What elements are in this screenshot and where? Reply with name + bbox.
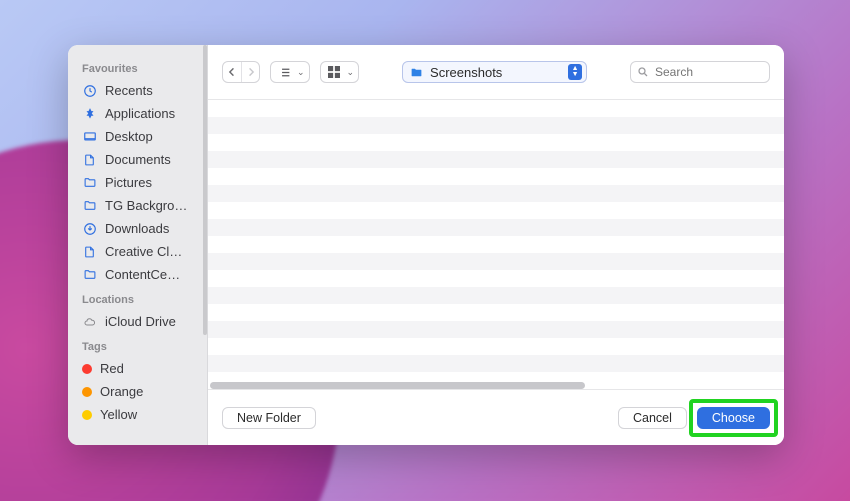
- sidebar-item-label: Red: [100, 361, 124, 376]
- cancel-button[interactable]: Cancel: [618, 407, 687, 429]
- sidebar-section-header: Locations: [68, 286, 207, 310]
- sidebar-tag-orange[interactable]: Orange: [68, 380, 207, 403]
- desktop-icon: [82, 129, 97, 144]
- sidebar-tag-red[interactable]: Red: [68, 357, 207, 380]
- app-icon: [82, 106, 97, 121]
- path-label: Screenshots: [430, 65, 502, 80]
- sidebar-item-contentcenter[interactable]: ContentCe…: [68, 263, 207, 286]
- search-input[interactable]: [655, 65, 763, 79]
- file-list-stripes: [208, 100, 784, 389]
- main-pane: ⌄ ⌄ Screenshots ▲▼: [208, 45, 784, 445]
- document-icon: [82, 244, 97, 259]
- cloud-icon: [82, 314, 97, 329]
- forward-button[interactable]: [241, 62, 259, 82]
- tag-dot-icon: [82, 364, 92, 374]
- sidebar-item-label: Creative Cl…: [105, 244, 182, 259]
- sidebar-item-label: Downloads: [105, 221, 169, 236]
- grid-view-icon: [321, 62, 347, 82]
- button-label: Choose: [712, 411, 755, 425]
- sidebar-item-downloads[interactable]: Downloads: [68, 217, 207, 240]
- chevron-down-icon: ⌄: [347, 67, 359, 78]
- sidebar: Favourites Recents Applications Desktop …: [68, 45, 208, 445]
- downloads-icon: [82, 221, 97, 236]
- sidebar-item-label: Orange: [100, 384, 143, 399]
- sidebar-item-label: Pictures: [105, 175, 152, 190]
- toolbar: ⌄ ⌄ Screenshots ▲▼: [208, 45, 784, 100]
- search-icon: [637, 66, 649, 78]
- sidebar-item-creative-cloud[interactable]: Creative Cl…: [68, 240, 207, 263]
- sidebar-item-pictures[interactable]: Pictures: [68, 171, 207, 194]
- sidebar-item-tg-backgrounds[interactable]: TG Backgro…: [68, 194, 207, 217]
- sidebar-item-icloud[interactable]: iCloud Drive: [68, 310, 207, 333]
- view-list-button[interactable]: ⌄: [270, 61, 310, 83]
- back-button[interactable]: [223, 62, 241, 82]
- tag-dot-icon: [82, 410, 92, 420]
- sidebar-item-documents[interactable]: Documents: [68, 148, 207, 171]
- folder-icon: [409, 66, 424, 79]
- search-field[interactable]: [630, 61, 770, 83]
- file-picker-window: Favourites Recents Applications Desktop …: [68, 45, 784, 445]
- sidebar-item-recents[interactable]: Recents: [68, 79, 207, 102]
- folder-icon: [82, 198, 97, 213]
- sidebar-tag-yellow[interactable]: Yellow: [68, 403, 207, 426]
- choose-button[interactable]: Choose: [697, 407, 770, 429]
- folder-icon: [82, 267, 97, 282]
- sidebar-section-header: Favourites: [68, 55, 207, 79]
- folder-icon: [82, 175, 97, 190]
- nav-back-forward: [222, 61, 260, 83]
- sidebar-item-label: Applications: [105, 106, 175, 121]
- file-list-area[interactable]: [208, 100, 784, 389]
- view-grid-button[interactable]: ⌄: [320, 61, 360, 83]
- document-icon: [82, 152, 97, 167]
- sidebar-item-label: iCloud Drive: [105, 314, 176, 329]
- new-folder-button[interactable]: New Folder: [222, 407, 316, 429]
- updown-arrows-icon: ▲▼: [568, 64, 582, 80]
- sidebar-item-desktop[interactable]: Desktop: [68, 125, 207, 148]
- sidebar-item-label: Yellow: [100, 407, 137, 422]
- sidebar-item-label: Desktop: [105, 129, 153, 144]
- sidebar-item-label: Recents: [105, 83, 153, 98]
- sidebar-item-label: TG Backgro…: [105, 198, 187, 213]
- sidebar-section-header: Tags: [68, 333, 207, 357]
- sidebar-scrollbar[interactable]: [203, 45, 207, 335]
- chevron-down-icon: ⌄: [297, 67, 309, 78]
- bottom-bar: New Folder Cancel Choose: [208, 389, 784, 445]
- horizontal-scrollbar[interactable]: [210, 382, 585, 389]
- tag-dot-icon: [82, 387, 92, 397]
- sidebar-item-label: Documents: [105, 152, 171, 167]
- button-label: New Folder: [237, 411, 301, 425]
- sidebar-item-label: ContentCe…: [105, 267, 180, 282]
- sidebar-item-applications[interactable]: Applications: [68, 102, 207, 125]
- path-popup-button[interactable]: Screenshots ▲▼: [402, 61, 587, 83]
- list-view-icon: [271, 62, 297, 82]
- clock-icon: [82, 83, 97, 98]
- button-label: Cancel: [633, 411, 672, 425]
